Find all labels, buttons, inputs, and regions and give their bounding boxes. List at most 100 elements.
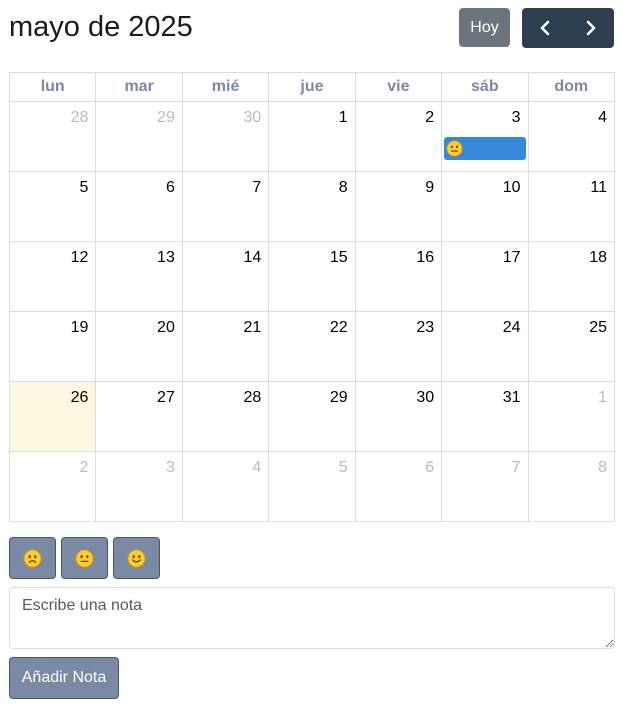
prev-month-button[interactable] <box>522 8 568 48</box>
add-note-button[interactable]: Añadir Nota <box>9 657 119 699</box>
next-month-button[interactable] <box>568 8 614 48</box>
calendar-day-cell[interactable]: 2 <box>8 451 97 522</box>
calendar-day-cell[interactable]: 24 <box>441 311 529 382</box>
calendar-day-cell[interactable]: 29 <box>268 381 356 452</box>
day-number: 25 <box>589 319 607 336</box>
calendar-day-cell[interactable]: 25 <box>527 311 616 382</box>
calendar-day-cell[interactable]: 28 <box>181 381 270 452</box>
calendar-day-cell[interactable]: 8 <box>268 171 356 242</box>
day-number: 3 <box>511 109 521 126</box>
day-number: 10 <box>502 179 521 196</box>
day-number: 18 <box>589 249 607 266</box>
calendar-day-cell[interactable]: 5 <box>8 171 97 242</box>
calendar-day-cell[interactable]: 30 <box>181 101 270 172</box>
day-number: 22 <box>329 319 348 336</box>
day-number: 17 <box>502 249 521 266</box>
month-navigation <box>522 8 614 48</box>
weekday-header: dom <box>527 72 616 102</box>
calendar-day-cell[interactable]: 1 <box>527 381 616 452</box>
weekday-header: sáb <box>441 72 529 102</box>
calendar-day-cell[interactable]: 4 <box>181 451 270 522</box>
calendar-day-cell[interactable]: 31 <box>441 381 529 452</box>
calendar-day-cell[interactable]: 22 <box>268 311 356 382</box>
day-number: 29 <box>329 389 348 406</box>
day-number: 1 <box>598 389 607 406</box>
calendar-day-cell[interactable]: 11 <box>527 171 616 242</box>
calendar-day-cell[interactable]: 29 <box>95 101 183 172</box>
calendar-week-row: 12 13 14 15 16 17 18 <box>8 241 616 312</box>
calendar-day-cell[interactable]: 27 <box>95 381 183 452</box>
day-number: 31 <box>502 389 521 406</box>
day-number: 6 <box>425 459 435 476</box>
day-number: 30 <box>243 109 262 126</box>
day-number: 14 <box>243 249 262 266</box>
calendar-day-cell[interactable]: 9 <box>354 171 443 242</box>
weekday-header: mié <box>181 72 270 102</box>
calendar-week-row: 28 29 30 1 2 3 4 <box>8 101 616 172</box>
sad-face-mood-button[interactable] <box>9 537 56 579</box>
calendar-day-cell[interactable]: 21 <box>181 311 270 382</box>
calendar-day-cell[interactable]: 17 <box>441 241 529 312</box>
calendar-day-cell[interactable]: 30 <box>354 381 443 452</box>
day-number: 11 <box>590 179 607 196</box>
calendar-day-cell[interactable]: 18 <box>527 241 616 312</box>
month-calendar: lun mar mié jue vie sáb dom 28 29 30 1 2 3 4 5 6 7 8 9 10 1… <box>8 72 616 522</box>
calendar-day-cell[interactable]: 15 <box>268 241 356 312</box>
weekday-header: mar <box>95 72 183 102</box>
note-input[interactable] <box>9 587 615 649</box>
calendar-day-cell[interactable]: 23 <box>354 311 443 382</box>
happy-face-icon <box>127 548 146 568</box>
day-number: 9 <box>425 179 435 196</box>
calendar-day-cell[interactable]: 5 <box>268 451 356 522</box>
day-number: 5 <box>79 179 89 196</box>
day-number: 21 <box>243 319 262 336</box>
calendar-day-cell[interactable]: 28 <box>8 101 97 172</box>
calendar-day-cell[interactable]: 19 <box>8 311 97 382</box>
day-number: 13 <box>157 249 175 266</box>
day-number: 19 <box>70 319 89 336</box>
calendar-day-cell[interactable]: 13 <box>95 241 183 312</box>
day-number: 24 <box>502 319 521 336</box>
day-number: 20 <box>157 319 175 336</box>
day-number: 28 <box>243 389 262 406</box>
day-number: 16 <box>416 249 435 266</box>
weekday-header: vie <box>354 72 443 102</box>
day-number: 8 <box>598 459 607 476</box>
happy-face-mood-button[interactable] <box>113 537 160 579</box>
day-number: 4 <box>598 109 607 126</box>
calendar-day-cell[interactable]: 8 <box>527 451 616 522</box>
calendar-day-cell[interactable]: 1 <box>268 101 356 172</box>
calendar-day-cell[interactable]: 7 <box>181 171 270 242</box>
calendar-day-cell[interactable]: 10 <box>441 171 529 242</box>
day-number: 23 <box>416 319 435 336</box>
day-number: 15 <box>329 249 348 266</box>
weekday-header: jue <box>268 72 356 102</box>
calendar-day-cell[interactable]: 4 <box>527 101 616 172</box>
calendar-day-cell[interactable]: 20 <box>95 311 183 382</box>
today-button[interactable]: Hoy <box>459 8 510 47</box>
calendar-day-cell[interactable]: 14 <box>181 241 270 312</box>
day-number: 30 <box>416 389 435 406</box>
neutral-face-mood-button[interactable] <box>61 537 108 579</box>
day-number: 1 <box>338 109 348 126</box>
calendar-day-cell[interactable]: 7 <box>441 451 529 522</box>
day-number: 7 <box>511 459 521 476</box>
calendar-day-cell[interactable]: 16 <box>354 241 443 312</box>
calendar-day-cell[interactable]: 6 <box>354 451 443 522</box>
day-number: 12 <box>70 249 89 266</box>
calendar-day-cell[interactable]: 12 <box>8 241 97 312</box>
day-number: 2 <box>79 459 89 476</box>
calendar-day-cell[interactable]: 3 <box>441 101 529 172</box>
calendar-day-cell[interactable]: 26 <box>8 381 97 452</box>
calendar-day-cell[interactable]: 3 <box>95 451 183 522</box>
sad-face-icon <box>23 548 42 568</box>
weekday-header-row: lun mar mié jue vie sáb dom <box>8 72 616 102</box>
mood-event[interactable] <box>444 137 526 160</box>
day-number: 26 <box>70 389 89 406</box>
calendar-day-cell[interactable]: 2 <box>354 101 443 172</box>
day-number: 3 <box>165 459 175 476</box>
weekday-header: lun <box>8 72 97 102</box>
calendar-day-cell[interactable]: 6 <box>95 171 183 242</box>
day-number: 4 <box>252 459 262 476</box>
day-number: 7 <box>252 179 262 196</box>
